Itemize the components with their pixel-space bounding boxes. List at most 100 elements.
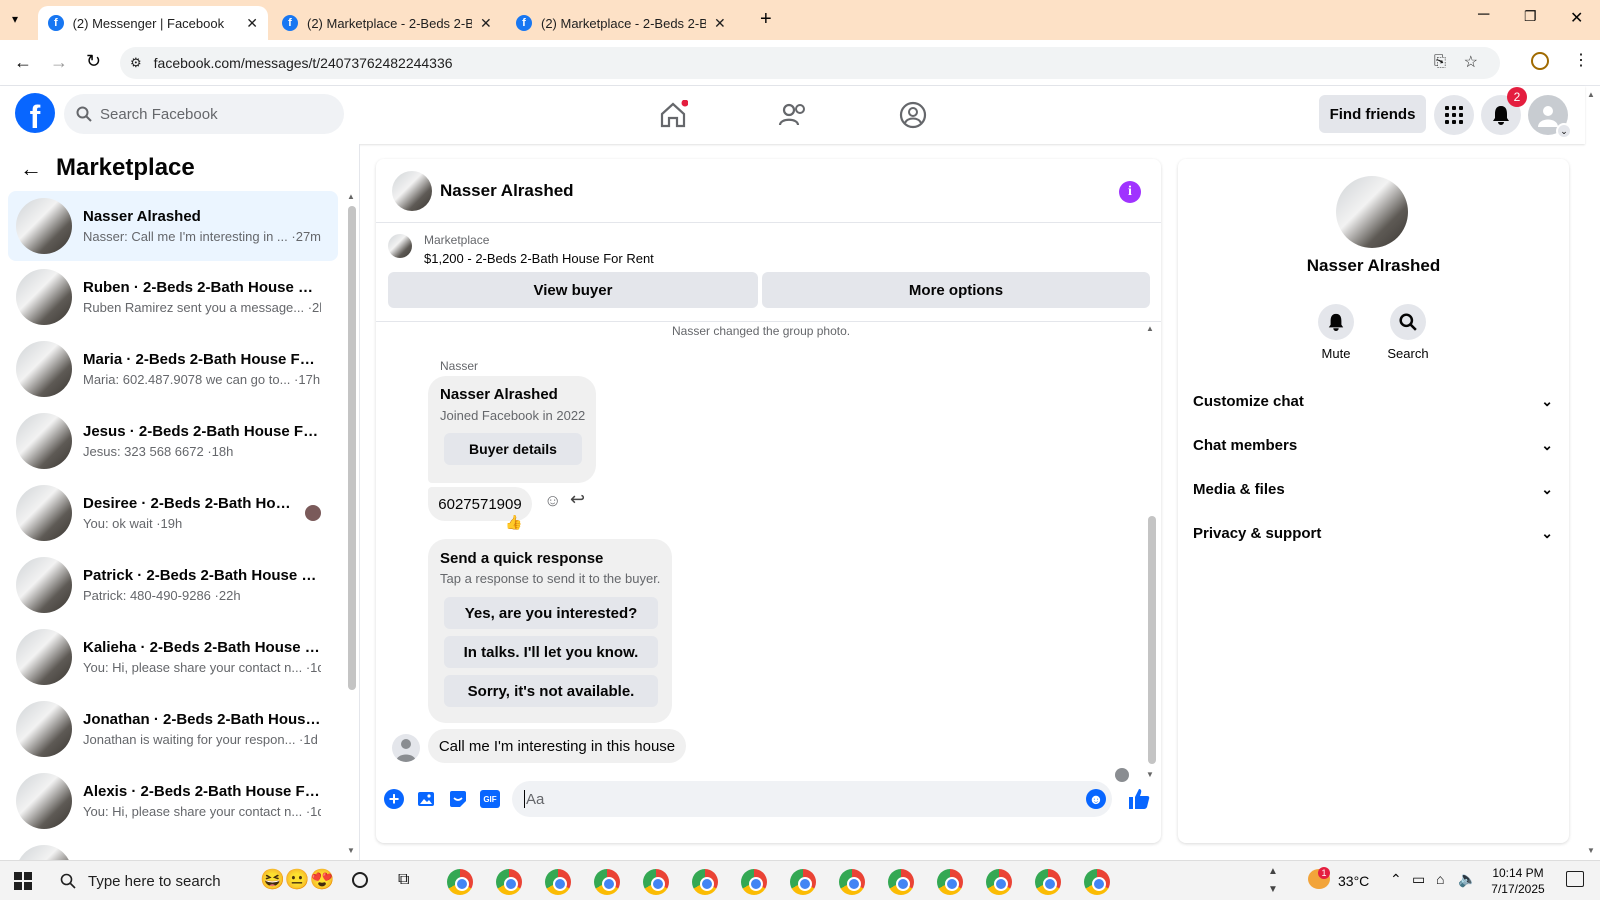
- conversation-item[interactable]: Jesus · 2-Beds 2-Bath House For... Jesus:…: [8, 406, 338, 476]
- restore-button[interactable]: ❐: [1524, 8, 1537, 25]
- profile-icon[interactable]: [1531, 52, 1549, 70]
- site-info-icon[interactable]: ⚙: [130, 55, 142, 71]
- reaction-emoji[interactable]: 👍: [505, 514, 522, 531]
- last-message-bubble[interactable]: Call me I'm interesting in this house: [428, 729, 686, 763]
- temperature[interactable]: 33°C: [1338, 873, 1369, 889]
- chat-avatar[interactable]: [392, 171, 432, 211]
- conversation-item[interactable]: Ruben · 2-Beds 2-Bath House Fo... Ruben R…: [8, 262, 338, 332]
- chrome-taskbar-icon[interactable]: [594, 869, 620, 895]
- conversation-item[interactable]: Kalieha · 2-Beds 2-Bath House F... You: H…: [8, 622, 338, 692]
- groups-icon[interactable]: [898, 100, 928, 130]
- emoji-icon[interactable]: ☻: [1086, 789, 1106, 809]
- scroll-down-arrow-icon[interactable]: ▼: [347, 846, 355, 855]
- listing-thumbnail[interactable]: [388, 234, 412, 258]
- cortana-icon[interactable]: [352, 872, 368, 888]
- page-scroll-up-icon[interactable]: ▲: [1587, 90, 1595, 99]
- new-tab-button[interactable]: +: [760, 8, 772, 31]
- close-tab-icon[interactable]: ✕: [714, 15, 726, 32]
- mute-button[interactable]: Mute: [1308, 304, 1364, 361]
- tray-chevron-icon[interactable]: ⌃: [1390, 871, 1402, 888]
- chrome-taskbar-icon[interactable]: [1084, 869, 1110, 895]
- privacy-support-section[interactable]: Privacy & support ⌄: [1193, 513, 1553, 553]
- network-icon[interactable]: ▭: [1412, 871, 1425, 888]
- message-input[interactable]: Aa ☻: [512, 781, 1112, 817]
- chrome-taskbar-icon[interactable]: [643, 869, 669, 895]
- reply-icon[interactable]: ↩: [570, 489, 585, 510]
- conversation-item[interactable]: Alexis · 2-Beds 2-Bath House Fo... You: H…: [8, 766, 338, 836]
- bookmark-star-icon[interactable]: ☆: [1464, 52, 1478, 72]
- notifications-button[interactable]: 2: [1481, 87, 1527, 135]
- conversation-item[interactable]: Maria · 2-Beds 2-Bath House For... Maria:…: [8, 334, 338, 404]
- taskbar-scroll-arrows-icon[interactable]: ▲ ▼: [1268, 863, 1278, 899]
- buyer-details-button[interactable]: Buyer details: [444, 433, 582, 465]
- chat-members-section[interactable]: Chat members ⌄: [1193, 425, 1553, 465]
- menu-button[interactable]: [1434, 95, 1474, 135]
- search-in-chat-button[interactable]: Search: [1378, 304, 1438, 361]
- sticker-icon[interactable]: [448, 789, 468, 809]
- forward-icon[interactable]: →: [50, 52, 68, 73]
- scroll-up-arrow-icon[interactable]: ▲: [347, 192, 355, 201]
- menu-dots-icon[interactable]: ⋮: [1573, 50, 1589, 70]
- close-tab-icon[interactable]: ✕: [246, 15, 258, 32]
- close-tab-icon[interactable]: ✕: [480, 15, 492, 32]
- meet-icon[interactable]: ⌂: [1436, 871, 1444, 887]
- volume-icon[interactable]: 🔈: [1458, 870, 1477, 888]
- facebook-logo[interactable]: f: [15, 93, 55, 133]
- conversation-item[interactable]: Patrick · 2-Beds 2-Bath House F... Patric…: [8, 550, 338, 620]
- sender-avatar[interactable]: [392, 734, 420, 762]
- more-options-button[interactable]: More options: [762, 272, 1150, 308]
- view-buyer-button[interactable]: View buyer: [388, 272, 758, 308]
- back-arrow-icon[interactable]: ←: [20, 156, 42, 182]
- chrome-taskbar-icon[interactable]: [1035, 869, 1061, 895]
- chrome-taskbar-icon[interactable]: [839, 869, 865, 895]
- page-scroll-down-icon[interactable]: ▼: [1587, 846, 1595, 855]
- conversation-item[interactable]: Jonathan · 2-Beds 2-Bath House... Jonatha…: [8, 694, 338, 764]
- back-icon[interactable]: ←: [14, 52, 32, 73]
- chat-scrollbar[interactable]: [1148, 516, 1156, 764]
- media-files-section[interactable]: Media & files ⌄: [1193, 469, 1553, 509]
- chrome-taskbar-icon[interactable]: [496, 869, 522, 895]
- chrome-taskbar-icon[interactable]: [937, 869, 963, 895]
- chrome-taskbar-icon[interactable]: [888, 869, 914, 895]
- chrome-taskbar-icon[interactable]: [741, 869, 767, 895]
- reload-icon[interactable]: ↻: [86, 51, 101, 72]
- chat-title[interactable]: Nasser Alrashed: [440, 181, 574, 201]
- add-attachment-icon[interactable]: +: [384, 789, 404, 809]
- chrome-taskbar-icon[interactable]: [986, 869, 1012, 895]
- action-center-icon[interactable]: [1566, 871, 1584, 887]
- close-window-button[interactable]: ✕: [1570, 8, 1583, 28]
- info-icon[interactable]: i: [1119, 181, 1141, 203]
- clock[interactable]: 10:14 PM 7/17/2025: [1484, 865, 1552, 897]
- sidebar-scrollbar[interactable]: [348, 206, 356, 690]
- tab-marketplace-1[interactable]: f (2) Marketplace - 2-Beds 2-Bath ✕: [272, 6, 502, 40]
- install-icon[interactable]: ⎘: [1434, 53, 1446, 70]
- quick-response-option[interactable]: Yes, are you interested?: [444, 597, 658, 629]
- conversation-item[interactable]: Desiree · 2-Beds 2-Bath Hous... You: ok w…: [8, 478, 338, 548]
- scroll-down-arrow-icon[interactable]: ▼: [1146, 770, 1154, 779]
- tab-messenger[interactable]: f (2) Messenger | Facebook ✕: [38, 6, 268, 40]
- quick-response-option[interactable]: In talks. I'll let you know.: [444, 636, 658, 668]
- like-thumbs-up-icon[interactable]: [1127, 787, 1151, 811]
- profile-avatar[interactable]: [1336, 176, 1408, 248]
- find-friends-button[interactable]: Find friends: [1319, 95, 1426, 133]
- task-view-icon[interactable]: ⧉: [398, 871, 409, 889]
- taskbar-search-box[interactable]: Type here to search 😆😐😍: [48, 861, 338, 901]
- scroll-up-arrow-icon[interactable]: ▲: [1146, 324, 1154, 333]
- chrome-taskbar-icon[interactable]: [692, 869, 718, 895]
- chrome-taskbar-icon[interactable]: [447, 869, 473, 895]
- minimize-button[interactable]: ─: [1478, 6, 1489, 24]
- tab-marketplace-2[interactable]: f (2) Marketplace - 2-Beds 2-Bath ✕: [506, 6, 736, 40]
- friends-icon[interactable]: [778, 100, 808, 130]
- address-bar[interactable]: ⚙ facebook.com/messages/t/24073762482244…: [120, 47, 1500, 79]
- react-emoji-icon[interactable]: ☺: [544, 491, 561, 511]
- customize-chat-section[interactable]: Customize chat ⌄: [1193, 381, 1553, 421]
- quick-response-option[interactable]: Sorry, it's not available.: [444, 675, 658, 707]
- tab-list-icon[interactable]: ▾: [12, 12, 18, 26]
- conversation-item-partial[interactable]: [8, 838, 338, 860]
- photo-icon[interactable]: [416, 789, 436, 809]
- facebook-search-input[interactable]: Search Facebook: [64, 94, 344, 134]
- chrome-taskbar-icon[interactable]: [545, 869, 571, 895]
- listing-title[interactable]: $1,200 - 2-Beds 2-Bath House For Rent: [424, 251, 654, 266]
- gif-button[interactable]: GIF: [480, 790, 500, 808]
- windows-start-icon[interactable]: [14, 872, 32, 890]
